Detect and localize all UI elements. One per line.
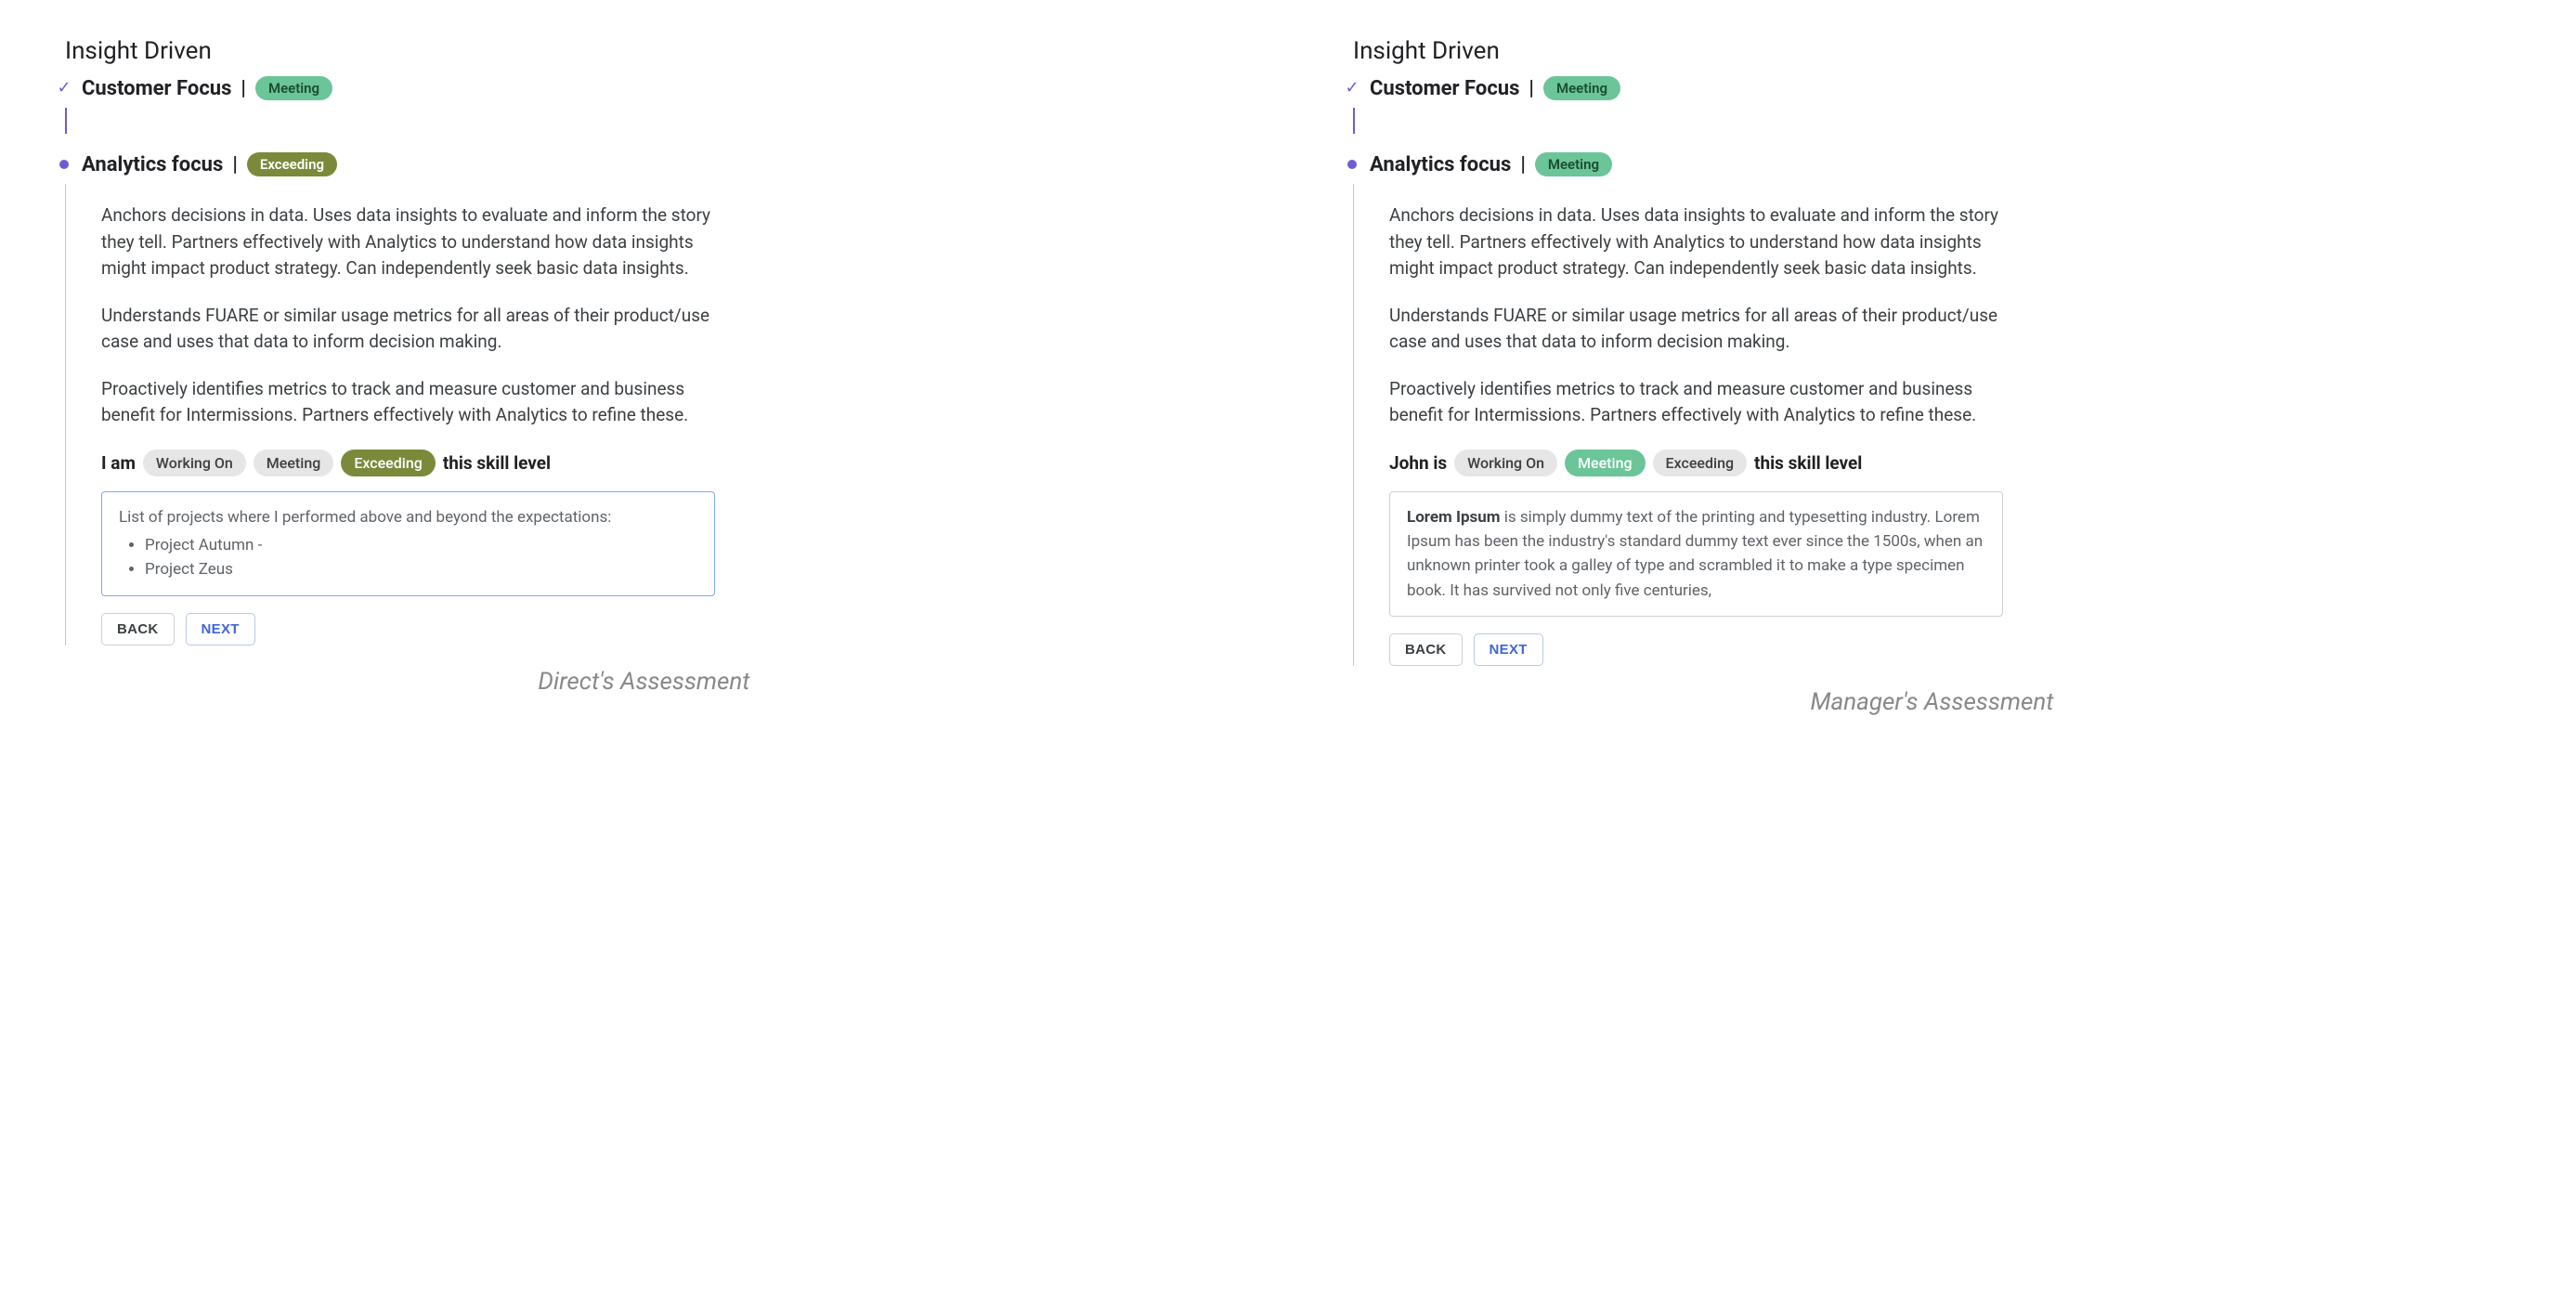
separator: | <box>241 77 246 100</box>
nav-buttons: BACK NEXT <box>1389 633 2003 666</box>
panel-caption: Direct's Assessment <box>56 668 1232 696</box>
notes-intro: List of projects where I performed above… <box>119 505 697 529</box>
nav-buttons: BACK NEXT <box>101 613 715 645</box>
competency-row-customer-focus[interactable]: ✓ Customer Focus | Meeting <box>56 76 1232 100</box>
chip-working-on[interactable]: Working On <box>1454 450 1557 476</box>
status-badge: Meeting <box>255 76 332 100</box>
skill-suffix: this skill level <box>1754 452 1862 474</box>
back-button[interactable]: BACK <box>101 613 175 645</box>
status-badge: Exceeding <box>247 152 337 176</box>
description-paragraph: Proactively identifies metrics to track … <box>1389 376 2003 429</box>
competency-title: Customer Focus <box>1370 77 1519 100</box>
competency-detail: Anchors decisions in data. Uses data ins… <box>1353 184 2003 666</box>
notes-textarea[interactable]: List of projects where I performed above… <box>101 491 715 596</box>
notes-textarea[interactable]: Lorem Ipsum is simply dummy text of the … <box>1389 491 2003 617</box>
separator: | <box>1529 77 1534 100</box>
back-button[interactable]: BACK <box>1389 633 1463 666</box>
bullet-icon <box>59 160 69 169</box>
separator: | <box>232 153 238 176</box>
competency-description: Anchors decisions in data. Uses data ins… <box>101 202 715 429</box>
checkmark-icon: ✓ <box>1344 80 1360 97</box>
next-button[interactable]: NEXT <box>186 613 255 645</box>
checkmark-icon: ✓ <box>56 80 72 97</box>
description-paragraph: Understands FUARE or similar usage metri… <box>1389 303 2003 356</box>
competency-title: Analytics focus <box>82 153 223 176</box>
status-badge: Meeting <box>1543 76 1620 100</box>
description-paragraph: Understands FUARE or similar usage metri… <box>101 303 715 356</box>
section-header: Insight Driven <box>65 37 1232 65</box>
direct-assessment-panel: Insight Driven ✓ Customer Focus | Meetin… <box>56 37 1232 716</box>
connector-line <box>1353 108 1355 134</box>
competency-detail: Anchors decisions in data. Uses data ins… <box>65 184 715 645</box>
panel-caption: Manager's Assessment <box>1344 688 2520 716</box>
description-paragraph: Proactively identifies metrics to track … <box>101 376 715 429</box>
skill-prefix: I am <box>101 452 136 474</box>
status-badge: Meeting <box>1535 152 1612 176</box>
bullet-icon <box>1347 160 1357 169</box>
notes-list-item: Project Zeus <box>145 557 697 581</box>
skill-level-selector: John is Working On Meeting Exceeding thi… <box>1389 450 2003 476</box>
next-button[interactable]: NEXT <box>1474 633 1543 666</box>
chip-meeting[interactable]: Meeting <box>1565 450 1646 476</box>
competency-title: Customer Focus <box>82 77 231 100</box>
notes-bold: Lorem Ipsum <box>1407 508 1501 527</box>
competency-row-customer-focus[interactable]: ✓ Customer Focus | Meeting <box>1344 76 2520 100</box>
connector-line <box>65 108 67 134</box>
chip-meeting[interactable]: Meeting <box>254 450 334 476</box>
chip-exceeding[interactable]: Exceeding <box>1653 450 1748 476</box>
section-header: Insight Driven <box>1353 37 2520 65</box>
competency-row-analytics-focus[interactable]: Analytics focus | Meeting <box>1344 152 2520 176</box>
manager-assessment-panel: Insight Driven ✓ Customer Focus | Meetin… <box>1344 37 2520 716</box>
competency-title: Analytics focus <box>1370 153 1511 176</box>
skill-level-selector: I am Working On Meeting Exceeding this s… <box>101 450 715 476</box>
separator: | <box>1520 153 1526 176</box>
skill-suffix: this skill level <box>443 452 551 474</box>
description-paragraph: Anchors decisions in data. Uses data ins… <box>1389 202 2003 282</box>
competency-row-analytics-focus[interactable]: Analytics focus | Exceeding <box>56 152 1232 176</box>
chip-exceeding[interactable]: Exceeding <box>341 450 436 476</box>
description-paragraph: Anchors decisions in data. Uses data ins… <box>101 202 715 282</box>
notes-list-item: Project Autumn - <box>145 533 697 557</box>
chip-working-on[interactable]: Working On <box>143 450 246 476</box>
skill-prefix: John is <box>1389 452 1447 474</box>
competency-description: Anchors decisions in data. Uses data ins… <box>1389 202 2003 429</box>
